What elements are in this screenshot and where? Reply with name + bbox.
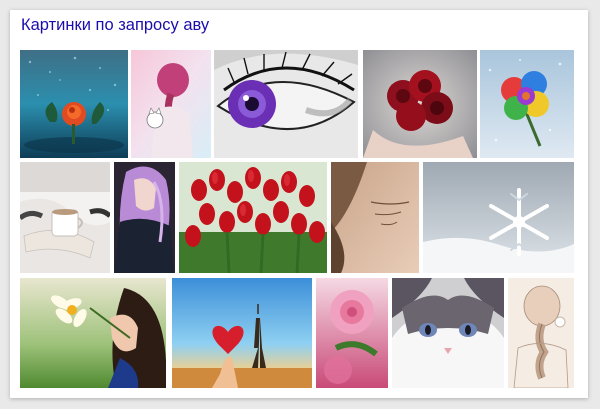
image-rainbow-rose[interactable]: [480, 50, 574, 158]
image-snowflake[interactable]: [423, 162, 574, 273]
image-braid-sketch[interactable]: [508, 278, 574, 388]
image-purple-eye[interactable]: [214, 50, 358, 158]
image-red-tulips[interactable]: [179, 162, 327, 273]
image-cozy-cup-legs[interactable]: [20, 162, 110, 273]
image-purple-hair-girl[interactable]: [114, 162, 175, 273]
image-pink-roses[interactable]: [316, 278, 388, 388]
image-red-roses-hands[interactable]: [363, 50, 477, 158]
image-girl-tattoo[interactable]: [331, 162, 419, 273]
image-girl-braid-cat[interactable]: [131, 50, 211, 158]
image-daffodil-girl[interactable]: [20, 278, 166, 388]
image-kitten[interactable]: [392, 278, 504, 388]
image-grid: [10, 10, 588, 398]
image-heart-eiffel[interactable]: [172, 278, 312, 388]
image-results-card: Картинки по запросу аву: [10, 10, 588, 398]
image-rose-in-rain[interactable]: [20, 50, 128, 158]
